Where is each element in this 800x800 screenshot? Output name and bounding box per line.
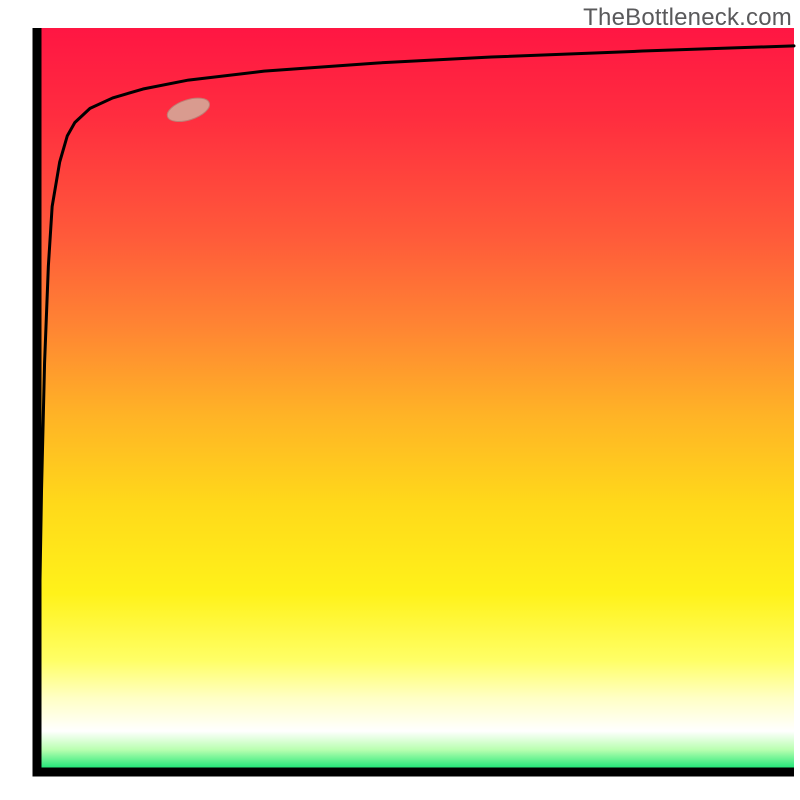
plot-background: [37, 28, 794, 772]
attribution-label: TheBottleneck.com: [583, 4, 792, 32]
chart-stage: TheBottleneck.com: [0, 0, 800, 800]
bottleneck-chart: [0, 0, 800, 800]
